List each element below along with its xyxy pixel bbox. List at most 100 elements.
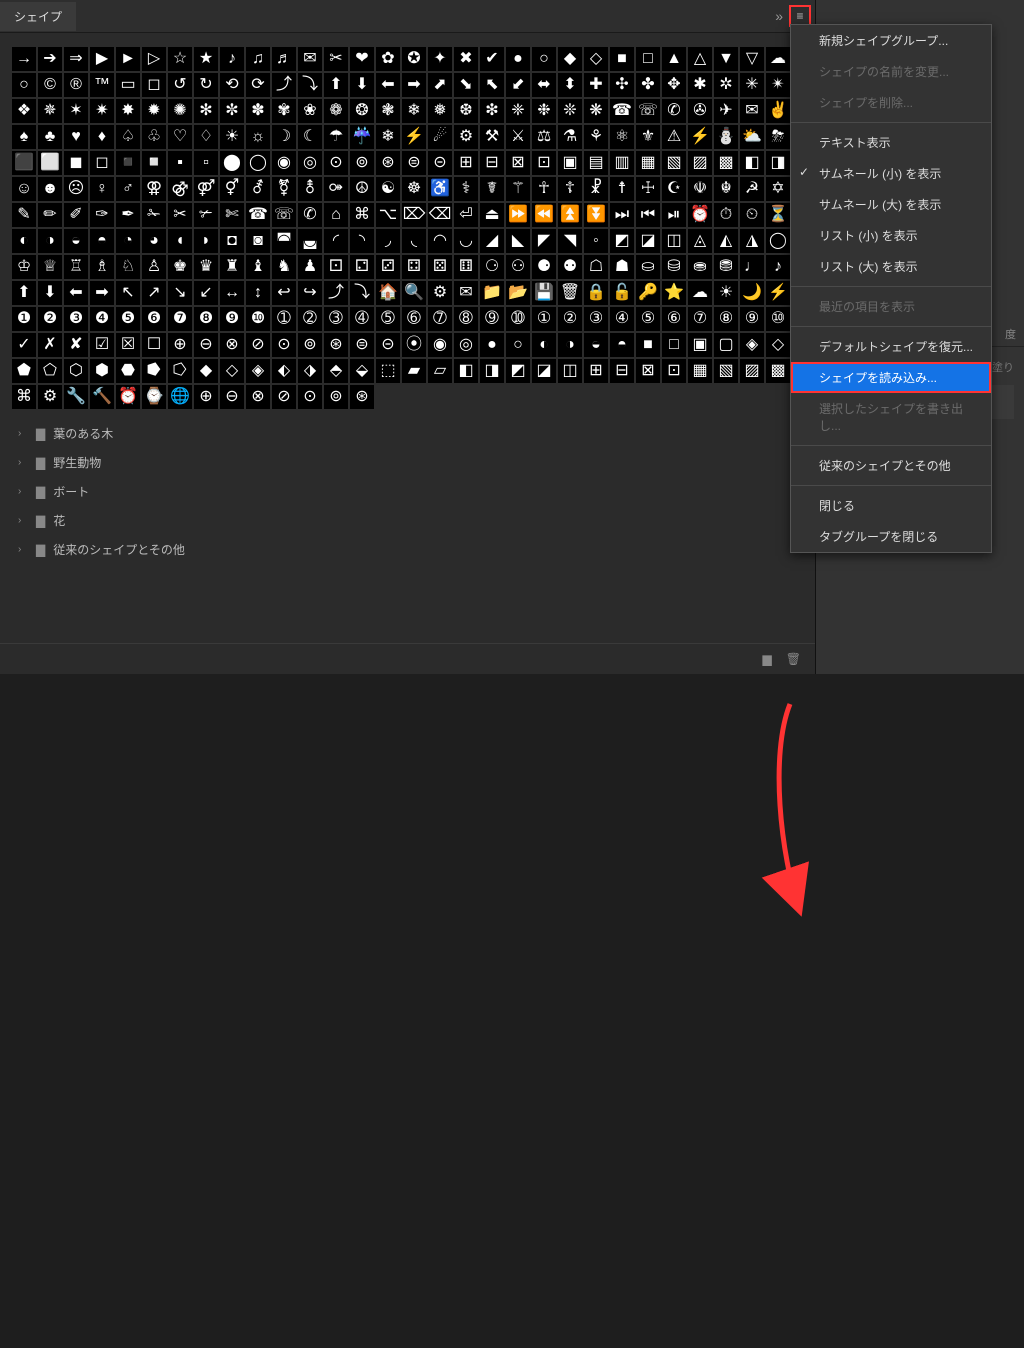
shape-thumbnail[interactable]: ⤵	[350, 281, 374, 305]
shape-thumbnail[interactable]: ❾	[220, 307, 244, 331]
shape-thumbnail[interactable]: ⛈	[766, 125, 790, 149]
shape-thumbnail[interactable]: ↗	[142, 281, 166, 305]
shape-thumbnail[interactable]: ⚥	[220, 177, 244, 201]
shape-thumbnail[interactable]: ☫	[688, 177, 712, 201]
shape-thumbnail[interactable]: ✂	[324, 47, 348, 71]
shape-thumbnail[interactable]: ◤	[532, 229, 556, 253]
shape-thumbnail[interactable]: ☤	[480, 177, 504, 201]
shape-thumbnail[interactable]: ▼	[714, 47, 738, 71]
shape-thumbnail[interactable]: ⬆	[324, 73, 348, 97]
shape-thumbnail[interactable]: ✆	[662, 99, 686, 123]
shape-thumbnail[interactable]: ❆	[454, 99, 478, 123]
shape-thumbnail[interactable]: ❊	[558, 99, 582, 123]
shape-thumbnail[interactable]: ✉	[454, 281, 478, 305]
shape-thumbnail[interactable]: □	[662, 333, 686, 357]
menu-text-only[interactable]: テキスト表示	[791, 127, 991, 158]
shape-thumbnail[interactable]: ⚔	[506, 125, 530, 149]
shape-thumbnail[interactable]: ⚃	[402, 255, 426, 279]
shape-thumbnail[interactable]: ♟	[298, 255, 322, 279]
shape-thumbnail[interactable]: ◧	[740, 151, 764, 175]
shape-thumbnail[interactable]: ⊕	[168, 333, 192, 357]
shape-thumbnail[interactable]: ◯	[246, 151, 270, 175]
shape-thumbnail[interactable]: ⬇	[350, 73, 374, 97]
shape-thumbnail[interactable]: ⬜	[38, 151, 62, 175]
shape-thumbnail[interactable]: ✓	[12, 333, 36, 357]
shape-thumbnail[interactable]: ⚩	[324, 177, 348, 201]
shape-thumbnail[interactable]: ⬈	[428, 73, 452, 97]
shape-thumbnail[interactable]: ♧	[142, 125, 166, 149]
shape-thumbnail[interactable]: ⚗	[558, 125, 582, 149]
shape-thumbnail[interactable]: ②	[558, 307, 582, 331]
shape-thumbnail[interactable]: ◇	[766, 333, 790, 357]
shape-thumbnail[interactable]: ♩	[740, 255, 764, 279]
shape-thumbnail[interactable]: ♠	[12, 125, 36, 149]
shape-thumbnail[interactable]: ⏪	[532, 203, 556, 227]
shape-thumbnail[interactable]: ⚙	[428, 281, 452, 305]
shape-thumbnail[interactable]: ▪	[168, 151, 192, 175]
shape-thumbnail[interactable]: 🏠	[376, 281, 400, 305]
shape-thumbnail[interactable]: ☎	[610, 99, 634, 123]
shape-thumbnail[interactable]: ⌂	[324, 203, 348, 227]
shape-thumbnail[interactable]: ◛	[298, 229, 322, 253]
shape-thumbnail[interactable]: ⊟	[480, 151, 504, 175]
shape-thumbnail[interactable]: ⛅	[740, 125, 764, 149]
shape-thumbnail[interactable]: ⬢	[90, 359, 114, 383]
shape-thumbnail[interactable]: ❽	[194, 307, 218, 331]
shape-thumbnail[interactable]: ■	[610, 47, 634, 71]
shape-thumbnail[interactable]: ◓	[90, 229, 114, 253]
shape-thumbnail[interactable]: ⬡	[64, 359, 88, 383]
shape-thumbnail[interactable]: ⬠	[38, 359, 62, 383]
shape-thumbnail[interactable]: ✪	[402, 47, 426, 71]
shape-thumbnail[interactable]: ✳	[740, 73, 764, 97]
shape-thumbnail[interactable]: ⚀	[324, 255, 348, 279]
shape-thumbnail[interactable]: ◧	[454, 359, 478, 383]
shape-thumbnail[interactable]: ◈	[246, 359, 270, 383]
shape-thumbnail[interactable]: ♤	[116, 125, 140, 149]
shape-thumbnail[interactable]: ④	[610, 307, 634, 331]
shape-thumbnail[interactable]: ♦	[90, 125, 114, 149]
shape-thumbnail[interactable]: ⊡	[532, 151, 556, 175]
shape-thumbnail[interactable]: ♣	[38, 125, 62, 149]
shape-thumbnail[interactable]: ⇒	[64, 47, 88, 71]
shape-thumbnail[interactable]: ✈	[714, 99, 738, 123]
shape-thumbnail[interactable]: ❄	[376, 125, 400, 149]
shape-thumbnail[interactable]: ⏲	[740, 203, 764, 227]
shape-thumbnail[interactable]: ⬍	[558, 73, 582, 97]
shape-thumbnail[interactable]: ♘	[116, 255, 140, 279]
shape-thumbnail[interactable]: ⏎	[454, 203, 478, 227]
shape-thumbnail[interactable]: ⛁	[662, 255, 686, 279]
shape-thumbnail[interactable]: ⬙	[350, 359, 374, 383]
shape-thumbnail[interactable]: ✿	[376, 47, 400, 71]
shape-thumbnail[interactable]: ⊛	[324, 333, 348, 357]
shape-thumbnail[interactable]: ♙	[142, 255, 166, 279]
shape-thumbnail[interactable]: ⬆	[12, 281, 36, 305]
shape-thumbnail[interactable]: ⚂	[376, 255, 400, 279]
shape-thumbnail[interactable]: ✤	[636, 73, 660, 97]
shape-thumbnail[interactable]: ©	[38, 73, 62, 97]
shape-thumbnail[interactable]: ⚡	[688, 125, 712, 149]
shape-thumbnail[interactable]: ◓	[610, 333, 634, 357]
shape-thumbnail[interactable]: ➃	[350, 307, 374, 331]
trash-icon[interactable]: 🗑	[786, 652, 801, 666]
shape-thumbnail[interactable]: ☯	[376, 177, 400, 201]
shape-thumbnail[interactable]: ◽	[142, 151, 166, 175]
shape-thumbnail[interactable]: ◆	[558, 47, 582, 71]
shape-thumbnail[interactable]: ⏰	[688, 203, 712, 227]
shape-thumbnail[interactable]: ⬖	[272, 359, 296, 383]
folder-row[interactable]: › ▇ 野生動物	[12, 448, 803, 477]
shape-thumbnail[interactable]: ➉	[506, 307, 530, 331]
shape-thumbnail[interactable]: ◥	[558, 229, 582, 253]
shape-thumbnail[interactable]: ↺	[168, 73, 192, 97]
shape-thumbnail[interactable]: ⊕	[194, 385, 218, 409]
folder-row[interactable]: › ▇ 従来のシェイプとその他	[12, 535, 803, 564]
shape-thumbnail[interactable]: ↔	[220, 281, 244, 305]
shape-thumbnail[interactable]: ❷	[38, 307, 62, 331]
shape-thumbnail[interactable]: ⊝	[376, 333, 400, 357]
shape-thumbnail[interactable]: ☭	[740, 177, 764, 201]
shape-thumbnail[interactable]: ⌘	[12, 385, 36, 409]
shape-thumbnail[interactable]: 🌙	[740, 281, 764, 305]
menu-new-shape-group[interactable]: 新規シェイプグループ...	[791, 25, 991, 56]
shape-thumbnail[interactable]: ◘	[220, 229, 244, 253]
shape-thumbnail[interactable]: ➄	[376, 307, 400, 331]
menu-restore-default-shapes[interactable]: デフォルトシェイプを復元...	[791, 331, 991, 362]
